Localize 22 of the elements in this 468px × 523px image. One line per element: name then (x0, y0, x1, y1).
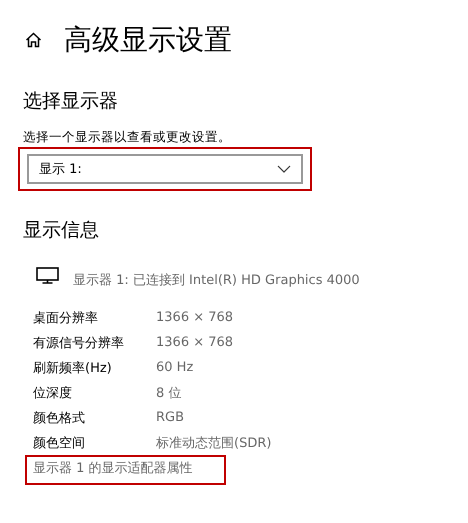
adapter-properties-link[interactable]: 显示器 1 的显示适配器属性 (33, 459, 218, 479)
monitor-status-text: 显示器 1: 已连接到 Intel(R) HD Graphics 4000 (73, 272, 360, 290)
chevron-down-icon (277, 165, 291, 173)
property-label: 颜色空间 (33, 434, 86, 452)
description-text: 选择一个显示器以查看或更改设置。 (22, 128, 232, 146)
section-heading: 选择显示器 (22, 89, 119, 114)
display-dropdown[interactable]: 显示 1: (27, 154, 303, 184)
property-value: 1366 × 768 (156, 335, 234, 350)
property-value: 8 位 (156, 384, 182, 402)
page-title: 高级显示设置 (64, 22, 232, 58)
property-label: 桌面分辨率 (33, 310, 99, 326)
section-heading: 显示信息 (22, 218, 100, 243)
property-value: 60 Hz (156, 360, 194, 375)
property-label: 有源信号分辨率 (33, 334, 125, 352)
property-value: 1366 × 768 (156, 310, 234, 325)
property-value: RGB (156, 410, 186, 425)
property-label: 位深度 (33, 384, 73, 402)
property-label: 颜色格式 (33, 410, 86, 426)
property-value: 标准动态范围(SDR) (156, 434, 272, 452)
home-icon[interactable] (25, 32, 42, 48)
monitor-icon (36, 267, 59, 284)
property-label: 刷新频率(Hz) (33, 360, 113, 376)
